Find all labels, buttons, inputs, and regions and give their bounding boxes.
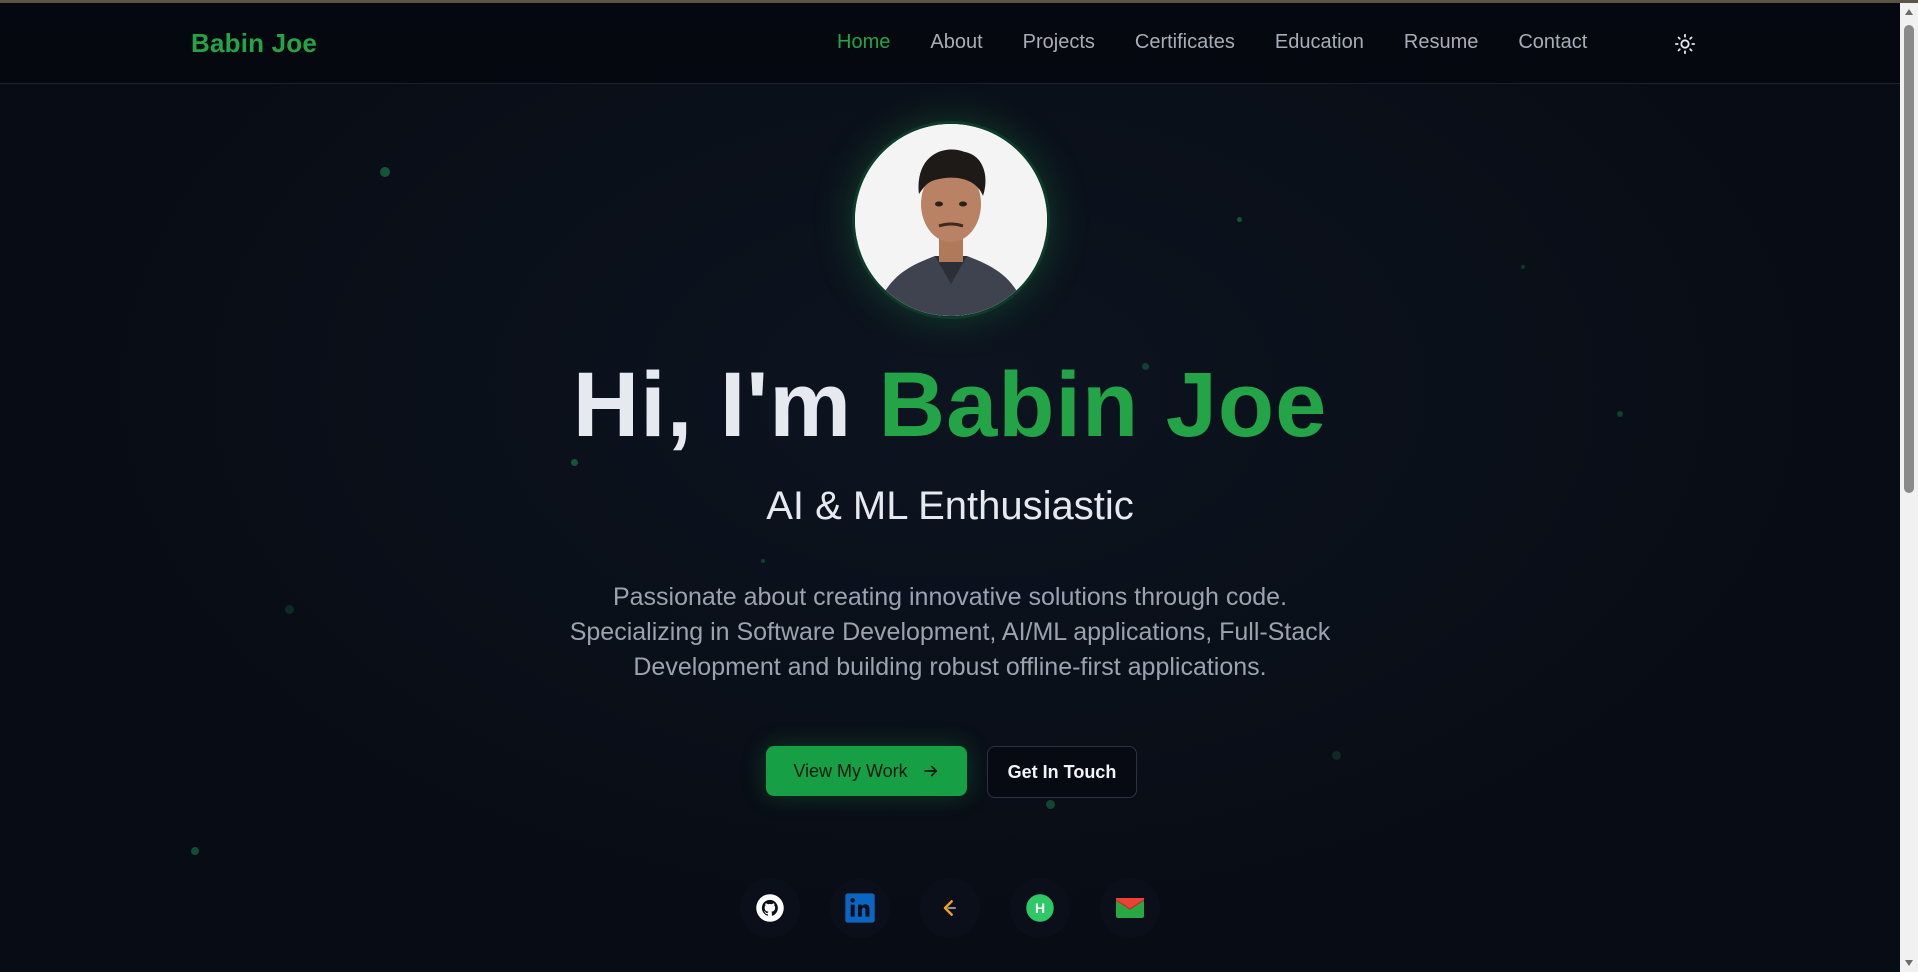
particle bbox=[380, 167, 390, 177]
nav-projects[interactable]: Projects bbox=[1023, 31, 1095, 54]
hero-description-line: Specializing in Software Development, AI… bbox=[569, 618, 1331, 646]
nav-about[interactable]: About bbox=[930, 31, 982, 54]
profile-photo bbox=[855, 124, 1047, 316]
theme-toggle-button[interactable] bbox=[1674, 33, 1696, 55]
profile-avatar bbox=[855, 124, 1047, 316]
hero-description-line: Development and building robust offline-… bbox=[633, 653, 1267, 681]
linkedin-link[interactable] bbox=[830, 878, 890, 938]
gmail-icon bbox=[1115, 898, 1145, 918]
particle bbox=[1332, 751, 1341, 760]
portfolio-page: Babin Joe Home About Projects Certificat… bbox=[0, 0, 1918, 972]
page-scrollbar[interactable] bbox=[1900, 3, 1918, 972]
leetcode-icon bbox=[943, 900, 957, 916]
view-my-work-label: View My Work bbox=[793, 760, 908, 781]
hero-description: Passionate about creating innovative sol… bbox=[530, 580, 1370, 685]
leetcode-link[interactable] bbox=[920, 878, 980, 938]
hero-description-line: Passionate about creating innovative sol… bbox=[612, 583, 1288, 611]
brand-logo[interactable]: Babin Joe bbox=[191, 28, 317, 59]
nav-home[interactable]: Home bbox=[837, 31, 890, 54]
linkedin-icon bbox=[845, 893, 875, 923]
arrow-right-icon bbox=[923, 765, 937, 777]
github-icon bbox=[756, 894, 784, 922]
email-link[interactable] bbox=[1100, 878, 1160, 938]
view-my-work-button[interactable]: View My Work bbox=[766, 746, 967, 796]
nav-certificates[interactable]: Certificates bbox=[1135, 31, 1235, 54]
hero-greeting: Hi, I'm bbox=[572, 354, 879, 456]
particle bbox=[571, 459, 578, 466]
nav-contact[interactable]: Contact bbox=[1518, 31, 1587, 54]
scroll-up-arrow[interactable] bbox=[1905, 9, 1913, 15]
nav-education[interactable]: Education bbox=[1275, 31, 1364, 54]
sun-icon bbox=[1674, 33, 1696, 55]
particle bbox=[285, 605, 294, 614]
particle bbox=[191, 847, 199, 855]
particle bbox=[1237, 217, 1242, 222]
nav-links: Home About Projects Certificates Educati… bbox=[837, 31, 1627, 54]
particle bbox=[1046, 800, 1055, 809]
github-link[interactable] bbox=[740, 878, 800, 938]
hackerrank-link[interactable]: H bbox=[1010, 878, 1070, 938]
navbar: Babin Joe Home About Projects Certificat… bbox=[0, 3, 1900, 84]
nav-resume[interactable]: Resume bbox=[1404, 31, 1478, 54]
hero-name: Babin Joe bbox=[878, 354, 1328, 456]
scroll-down-arrow[interactable] bbox=[1905, 960, 1913, 966]
social-links: H bbox=[740, 878, 1160, 938]
particle bbox=[1521, 265, 1525, 269]
scroll-thumb[interactable] bbox=[1904, 25, 1914, 493]
hackerrank-letter: H bbox=[1034, 900, 1046, 916]
particle bbox=[761, 559, 765, 563]
hero-subtitle: AI & ML Enthusiastic bbox=[766, 484, 1134, 528]
get-in-touch-button[interactable]: Get In Touch bbox=[987, 746, 1137, 798]
hero-heading: Hi, I'm Babin Joe bbox=[0, 350, 1900, 460]
